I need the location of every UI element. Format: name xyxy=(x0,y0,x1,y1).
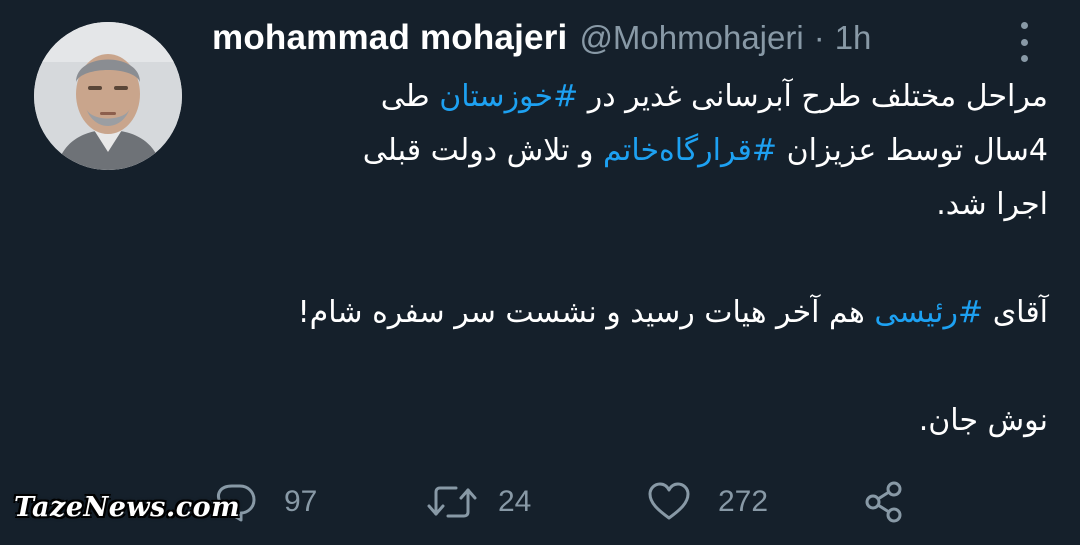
hashtag-link[interactable]: #رئیسی xyxy=(874,295,983,330)
tweet-card[interactable]: mohammad mohajeri @Mohmohajeri · 1h مراح… xyxy=(0,0,1080,545)
author-handle[interactable]: @Mohmohajeri xyxy=(579,19,803,57)
more-options-button[interactable] xyxy=(1014,22,1034,62)
share-button[interactable] xyxy=(862,470,906,534)
like-count: 272 xyxy=(718,485,769,518)
tweet-line-3: اجرا شد. xyxy=(936,187,1048,222)
heart-icon xyxy=(648,482,690,520)
hashtag-link[interactable]: #قرارگاه‌خاتم xyxy=(603,133,777,168)
more-vertical-icon-dot xyxy=(1020,38,1028,46)
hashtag-link[interactable]: #خوزستان xyxy=(439,79,578,114)
tweet-line-2: 4سال توسط عزیزان #قرارگاه‌خاتم و تلاش دو… xyxy=(212,124,1048,178)
tweet-line-5: نوش جان. xyxy=(918,403,1048,438)
tweet-text-segment: و تلاش دولت قبلی xyxy=(362,133,604,168)
author-display-name[interactable]: mohammad mohajeri xyxy=(212,18,567,58)
timestamp[interactable]: 1h xyxy=(835,19,872,57)
tweet-text-segment: هم آخر هیات رسید و نشست سر سفره شام! xyxy=(297,295,875,330)
more-vertical-icon xyxy=(1020,22,1028,29)
avatar[interactable] xyxy=(34,22,182,170)
tweet-text: مراحل مختلف طرح آبرسانی غدیر در #خوزستان… xyxy=(212,70,1048,448)
share-icon xyxy=(865,481,902,523)
tweet-text-segment: مراحل مختلف طرح آبرسانی غدیر در xyxy=(578,79,1048,114)
retweet-icon xyxy=(427,486,477,518)
tweet-line-1: مراحل مختلف طرح آبرسانی غدیر در #خوزستان… xyxy=(212,70,1048,124)
tweet-header: mohammad mohajeri @Mohmohajeri · 1h xyxy=(212,18,871,62)
tweet-text-segment: آقای xyxy=(983,295,1048,330)
reply-count: 97 xyxy=(284,485,318,518)
avatar-image xyxy=(34,22,182,170)
separator-dot: · xyxy=(813,19,825,56)
tweet-text-segment: 4سال توسط عزیزان xyxy=(777,133,1048,168)
like-button[interactable]: 272 xyxy=(646,470,768,534)
more-vertical-icon-dot xyxy=(1020,55,1028,62)
watermark: TazeNews.com xyxy=(14,492,241,523)
retweet-count: 24 xyxy=(498,485,532,518)
tweet-text-segment: طی xyxy=(380,79,440,114)
tweet-line-4: آقای #رئیسی هم آخر هیات رسید و نشست سر س… xyxy=(212,286,1048,340)
retweet-button[interactable]: 24 xyxy=(426,470,531,534)
